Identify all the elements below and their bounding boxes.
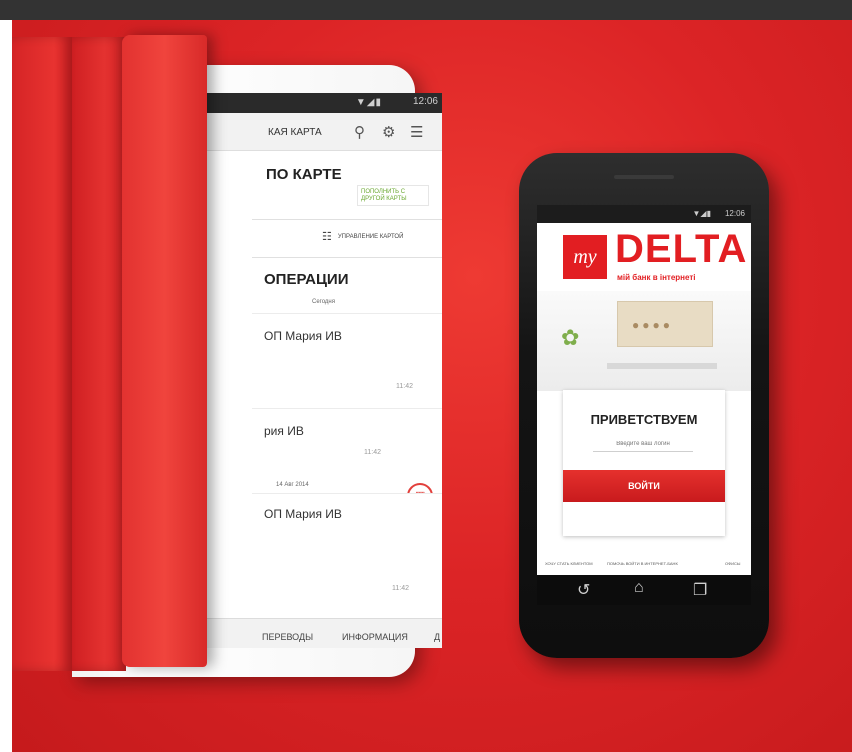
become-client-link[interactable]: ХОЧУ СТАТЬ КЛИЕНТОМ — [545, 561, 593, 566]
tablet-status-bar: ▼◢▮ 12:06 — [192, 93, 442, 113]
manage-card-label: УПРАВЛЕНИЕ КАРТОЙ — [337, 233, 404, 240]
login-input[interactable] — [593, 436, 693, 452]
top-up-button[interactable]: ПОПОЛНИТЬ С ДРУГОЙ КАРТЫ — [357, 185, 429, 207]
recent-apps-icon[interactable]: ❐ — [693, 580, 707, 600]
plant-illustration: ✿ — [561, 325, 580, 350]
gear-icon[interactable]: ⚙ — [382, 123, 395, 141]
operation-time: 11:42 — [392, 585, 409, 592]
help-login-link[interactable]: ПОМОЧЬ ВОЙТИ В ИНТЕРНЕТ-БАНК — [607, 561, 678, 566]
operations-heading: ОПЕРАЦИИ — [264, 271, 349, 288]
date-header: Сегодня — [312, 299, 335, 305]
signal-icon: ▼◢▮ — [355, 97, 382, 108]
footer-links: ХОЧУ СТАТЬ КЛИЕНТОМ ПОМОЧЬ ВОЙТИ В ИНТЕР… — [537, 557, 751, 575]
product-scene: ▼◢▮ 12:06 КАЯ КАРТА ⚲ ⚙ ☰ ПО КАРТЕ ПОПОЛ… — [12, 20, 852, 752]
status-time: 12:06 — [412, 96, 438, 107]
divider — [252, 257, 442, 258]
menu-icon[interactable]: ☰ — [410, 123, 423, 141]
cover-panel — [72, 37, 126, 671]
operation-name: ОП Мария ИВ — [264, 507, 342, 521]
my-logo-mark: my — [563, 235, 607, 279]
tablet-screen: ▼◢▮ 12:06 КАЯ КАРТА ⚲ ⚙ ☰ ПО КАРТЕ ПОПОЛ… — [192, 93, 442, 648]
login-card: ПРИВЕТСТВУЕМ ВОЙТИ — [563, 390, 725, 536]
divider — [252, 219, 442, 220]
speaker-grille — [614, 175, 674, 179]
manage-card-button[interactable]: ☷ УПРАВЛЕНИЕ КАРТОЙ — [322, 231, 403, 244]
top-bar — [0, 0, 852, 20]
offices-link[interactable]: ОФИСЫ — [725, 561, 740, 566]
cover-panel — [12, 37, 72, 671]
card-section-heading: ПО КАРТЕ — [266, 166, 342, 183]
login-button[interactable]: ВОЙТИ — [563, 470, 725, 502]
shelf-illustration: ●●●● — [617, 301, 713, 347]
cover-flap — [122, 35, 207, 667]
hero-image: ●●●● ✿ — [537, 291, 751, 391]
tab-transfers[interactable]: ПЕРЕВОДЫ — [262, 632, 313, 642]
delta-logo: DELTA — [615, 227, 748, 271]
home-icon[interactable]: ⌂ — [634, 579, 644, 597]
back-icon[interactable]: ↺ — [577, 580, 590, 600]
operation-name: рия ИВ — [264, 424, 304, 438]
operation-time: 11:42 — [396, 383, 413, 390]
tab-information[interactable]: ИНФОРМАЦИЯ — [342, 632, 408, 642]
greeting-title: ПРИВЕТСТВУЕМ — [590, 412, 698, 427]
list-item[interactable] — [252, 408, 442, 478]
operation-time: 11:42 — [364, 449, 381, 456]
card-settings-icon: ☷ — [322, 231, 332, 243]
phone-navigation-bar: ↺ ⌂ ❐ — [537, 575, 751, 605]
tablet-app-bar: КАЯ КАРТА ⚲ ⚙ ☰ — [192, 113, 442, 151]
list-item[interactable] — [252, 313, 442, 393]
signal-icon: ▼◢▮ — [692, 209, 711, 218]
operation-name: ОП Мария ИВ — [264, 329, 342, 343]
logo-tagline: мій банк в інтернеті — [617, 273, 696, 282]
phone-device: ▼◢▮ 12:06 my DELTA мій банк в інтернеті … — [519, 153, 769, 658]
status-time: 12:06 — [724, 209, 745, 218]
search-icon[interactable]: ⚲ — [354, 123, 365, 141]
phone-status-bar: ▼◢▮ 12:06 — [537, 205, 751, 223]
tab-more[interactable]: Д — [434, 632, 440, 642]
table-illustration — [607, 363, 717, 369]
tablet-tab-bar: ПЕРЕВОДЫ ИНФОРМАЦИЯ Д — [192, 618, 442, 648]
phone-screen: ▼◢▮ 12:06 my DELTA мій банк в інтернеті … — [537, 205, 751, 605]
page-title: КАЯ КАРТА — [268, 127, 322, 138]
date-header: 14 Авг 2014 — [276, 482, 309, 488]
